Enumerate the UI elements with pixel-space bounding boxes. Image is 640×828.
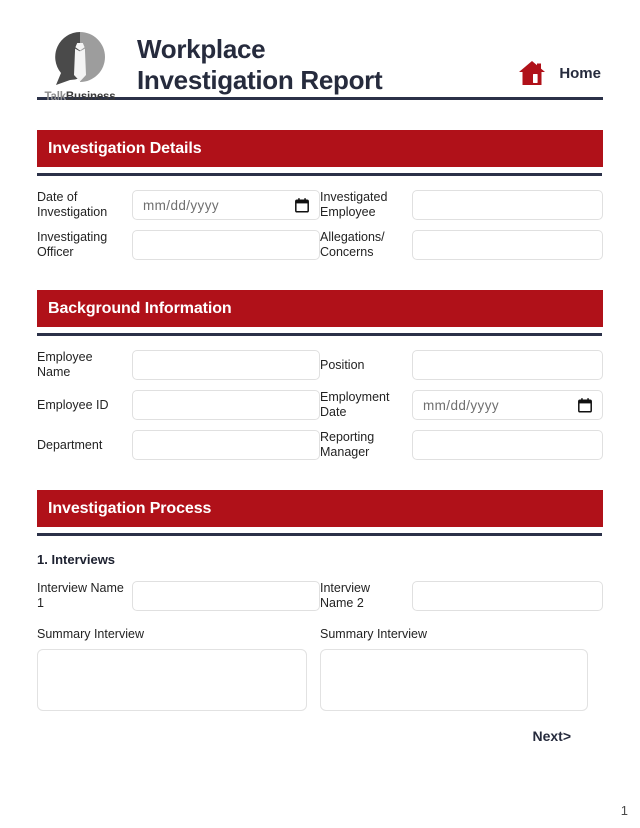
summary-interview-1-label: Summary Interview bbox=[37, 627, 144, 641]
field-reporting-manager: Reporting Manager bbox=[320, 430, 603, 460]
field-label: Position bbox=[320, 357, 365, 372]
page-title: Workplace Investigation Report bbox=[137, 34, 518, 96]
brand-logo: TalkBusiness bbox=[37, 28, 123, 103]
home-label: Home bbox=[559, 64, 601, 82]
investigated-employee-input[interactable] bbox=[412, 190, 603, 220]
date-of-investigation-input[interactable] bbox=[132, 190, 320, 220]
department-input[interactable] bbox=[132, 430, 320, 460]
interview-name-1-input[interactable] bbox=[132, 581, 320, 611]
section-header-bar: Investigation Details bbox=[37, 130, 603, 167]
reporting-manager-input[interactable] bbox=[412, 430, 603, 460]
field-department: Department bbox=[37, 430, 320, 460]
interview-fields: Interview Name 1 Interview Name 2 bbox=[37, 581, 603, 611]
summary-interview-2: Summary Interview bbox=[320, 627, 603, 716]
field-investigated-employee: Investigated Employee bbox=[320, 190, 603, 220]
field-label: Allegations/ Concerns bbox=[320, 230, 385, 259]
section-title: Background Information bbox=[48, 299, 232, 317]
section-title: Investigation Process bbox=[48, 499, 212, 517]
background-information-fields: Employee Name Position Employee ID Emplo bbox=[37, 350, 603, 460]
field-label: Employee Name bbox=[37, 350, 93, 379]
field-label: Employment Date bbox=[320, 390, 390, 419]
section-background-information: Background Information Employee Name Pos… bbox=[37, 290, 603, 460]
section-divider bbox=[37, 333, 602, 336]
field-label: Department bbox=[37, 437, 103, 452]
field-employment-date: Employment Date mm/dd/yyyy bbox=[320, 390, 603, 420]
talkbusiness-logo-icon bbox=[51, 30, 109, 88]
page-number: 1 bbox=[620, 803, 628, 818]
field-row: Interview Name 1 Interview Name 2 bbox=[37, 581, 603, 611]
field-interview-name-2: Interview Name 2 bbox=[320, 581, 603, 611]
allegations-concerns-input[interactable] bbox=[412, 230, 603, 260]
section-header-bar: Background Information bbox=[37, 290, 603, 327]
summary-interview-1: Summary Interview bbox=[37, 627, 320, 716]
field-row: Date of Investigation mm/dd/yyyy Investi… bbox=[37, 190, 603, 220]
field-label: Reporting Manager bbox=[320, 430, 375, 459]
date-input-wrapper[interactable]: mm/dd/yyyy bbox=[132, 190, 320, 220]
field-label: Date of Investigation bbox=[37, 190, 108, 219]
employee-name-input[interactable] bbox=[132, 350, 320, 380]
position-input[interactable] bbox=[412, 350, 603, 380]
field-label: Investigated Employee bbox=[320, 190, 388, 219]
pagination-controls: Next> bbox=[37, 728, 603, 744]
field-interview-name-1: Interview Name 1 bbox=[37, 581, 320, 611]
field-row: Department Reporting Manager bbox=[37, 430, 603, 460]
field-label: Interview Name 2 bbox=[320, 581, 371, 610]
field-allegations-concerns: Allegations/ Concerns bbox=[320, 230, 603, 260]
employee-id-input[interactable] bbox=[132, 390, 320, 420]
investigating-officer-input[interactable] bbox=[132, 230, 320, 260]
summary-interview-2-label: Summary Interview bbox=[320, 627, 427, 641]
section-divider bbox=[37, 173, 602, 176]
field-employee-name: Employee Name bbox=[37, 350, 320, 380]
section-divider bbox=[37, 533, 602, 536]
field-label: Employee ID bbox=[37, 397, 109, 412]
summary-interview-2-textarea[interactable] bbox=[320, 649, 588, 711]
field-employee-id: Employee ID bbox=[37, 390, 320, 420]
page-title-line-2: Investigation Report bbox=[137, 65, 383, 95]
field-row: Employee ID Employment Date mm/dd/yyyy bbox=[37, 390, 603, 420]
report-page: TalkBusiness Workplace Investigation Rep… bbox=[0, 0, 640, 828]
brand-word-talk: Talk bbox=[44, 90, 67, 103]
section-title: Investigation Details bbox=[48, 139, 202, 157]
page-header: TalkBusiness Workplace Investigation Rep… bbox=[37, 0, 603, 103]
summary-interview-1-textarea[interactable] bbox=[37, 649, 307, 711]
summary-interview-row: Summary Interview Summary Interview bbox=[37, 627, 603, 716]
home-icon bbox=[518, 60, 546, 86]
page-content: TalkBusiness Workplace Investigation Rep… bbox=[37, 0, 603, 744]
field-row: Employee Name Position bbox=[37, 350, 603, 380]
section-investigation-details: Investigation Details Date of Investigat… bbox=[37, 130, 603, 260]
field-position: Position bbox=[320, 350, 603, 380]
home-link[interactable]: Home bbox=[518, 60, 601, 90]
field-row: Investigating Officer Allegations/ Conce… bbox=[37, 230, 603, 260]
subsection-interviews-heading: 1. Interviews bbox=[37, 552, 116, 567]
brand-word-business: Business bbox=[65, 90, 116, 103]
section-header-bar: Investigation Process bbox=[37, 490, 603, 527]
field-label: Interview Name 1 bbox=[37, 581, 124, 610]
section-investigation-process: Investigation Process 1. Interviews Inte… bbox=[37, 490, 603, 744]
field-investigating-officer: Investigating Officer bbox=[37, 230, 320, 260]
date-input-wrapper[interactable]: mm/dd/yyyy bbox=[412, 390, 603, 420]
employment-date-input[interactable] bbox=[412, 390, 603, 420]
investigation-details-fields: Date of Investigation mm/dd/yyyy Investi… bbox=[37, 190, 603, 260]
field-label: Investigating Officer bbox=[37, 230, 108, 259]
brand-wordmark: TalkBusiness bbox=[45, 91, 116, 103]
interview-name-2-input[interactable] bbox=[412, 581, 603, 611]
page-title-line-1: Workplace bbox=[137, 34, 266, 64]
field-date-of-investigation: Date of Investigation mm/dd/yyyy bbox=[37, 190, 320, 220]
next-button[interactable]: Next> bbox=[532, 728, 571, 744]
